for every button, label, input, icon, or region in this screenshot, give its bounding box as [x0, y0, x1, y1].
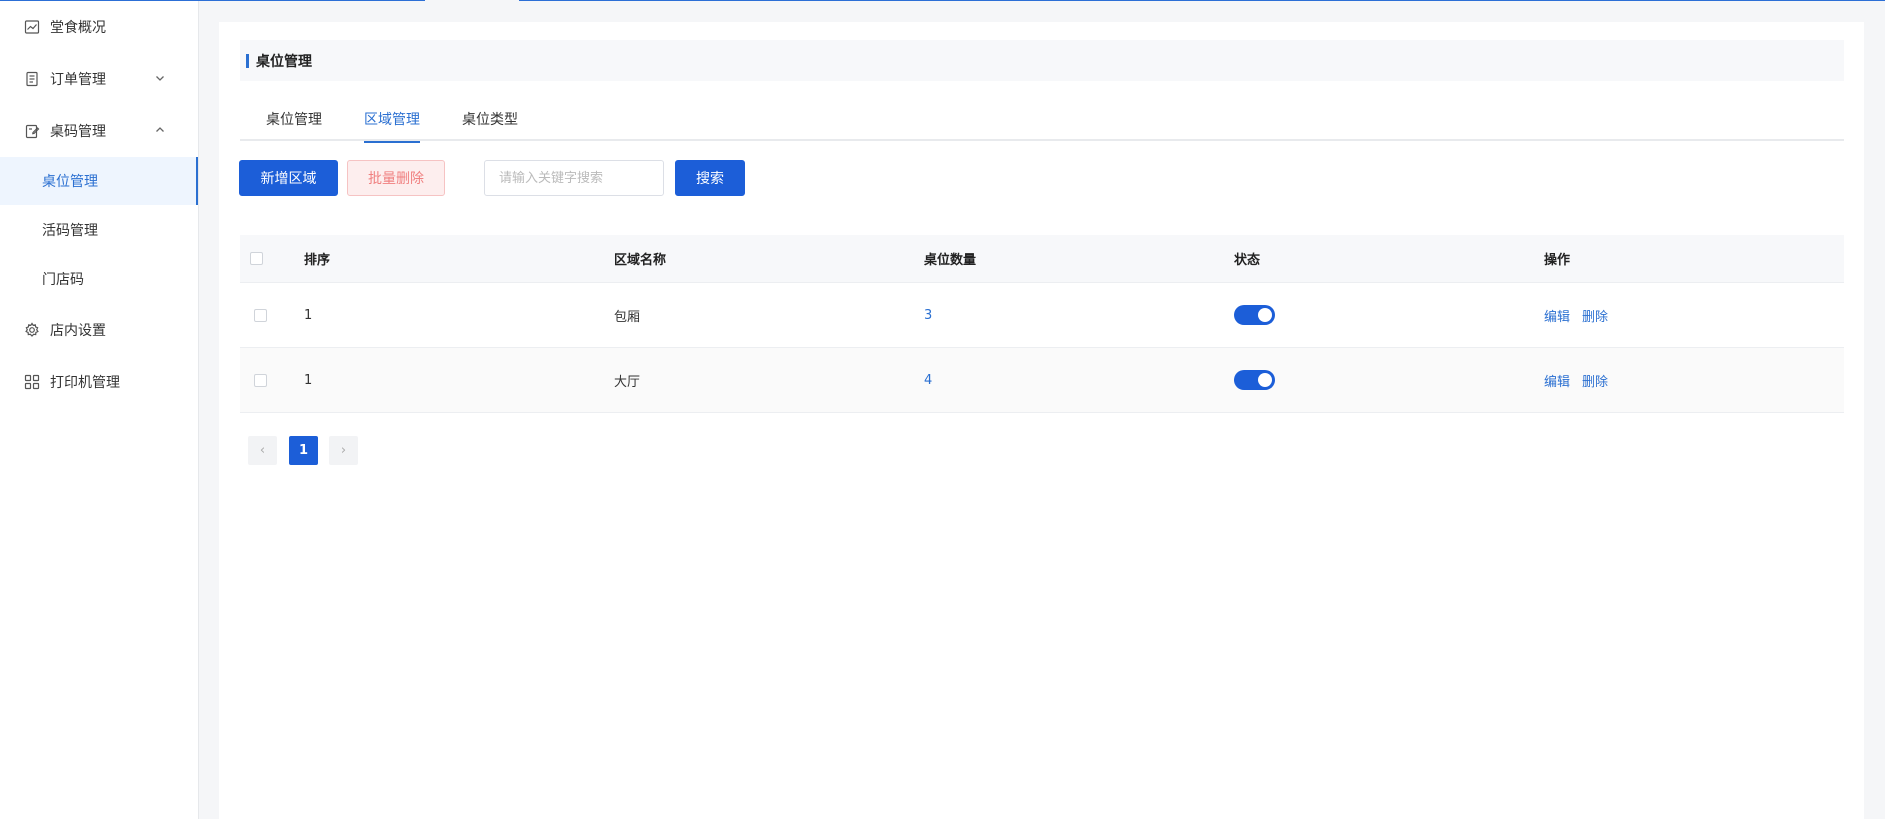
sidebar-item-printers[interactable]: 打印机管理 — [0, 358, 198, 406]
page-title: 桌位管理 — [256, 53, 312, 70]
tab-table-management[interactable]: 桌位管理 — [266, 107, 322, 141]
cell-table-count-link[interactable]: 4 — [924, 348, 932, 412]
main-card: 桌位管理 桌位管理 区域管理 桌位类型 新增区域 批量删除 搜索 排序 区域名称… — [219, 22, 1864, 819]
page-header: 桌位管理 — [240, 40, 1844, 81]
cell-order: 1 — [304, 307, 313, 323]
document-icon — [23, 70, 41, 88]
gear-icon — [23, 321, 41, 339]
sidebar-item-store-settings[interactable]: 店内设置 — [0, 306, 198, 354]
add-area-button[interactable]: 新增区域 — [239, 160, 338, 196]
tab-bar: 桌位管理 区域管理 桌位类型 — [240, 107, 1844, 143]
chevron-down-icon[interactable] — [154, 72, 166, 84]
pagination-page-1[interactable]: 1 — [289, 436, 318, 465]
cell-area-name: 包厢 — [614, 309, 641, 325]
cell-status — [1234, 348, 1275, 412]
pagination-next-button[interactable]: › — [329, 436, 358, 465]
status-toggle[interactable] — [1234, 370, 1275, 390]
row-select-cell — [254, 348, 267, 412]
cell-order: 1 — [304, 372, 313, 388]
top-accent-line — [0, 0, 1885, 1]
header-cell-actions: 操作 — [1544, 253, 1571, 268]
edit-link[interactable]: 编辑 — [1544, 306, 1570, 325]
sidebar-item-label: 店内设置 — [50, 323, 106, 339]
sidebar-item-orders[interactable]: 订单管理 — [0, 55, 198, 103]
chevron-right-icon: › — [340, 443, 347, 458]
clipboard-edit-icon — [23, 122, 41, 140]
row-checkbox[interactable] — [254, 308, 267, 322]
search-input[interactable] — [484, 160, 664, 196]
sidebar-item-label: 打印机管理 — [50, 375, 120, 391]
title-accent-bar — [246, 53, 249, 68]
batch-delete-button[interactable]: 批量删除 — [347, 160, 445, 196]
table-row: 1 包厢 3 编辑 删除 — [240, 283, 1844, 348]
table-row: 1 大厅 4 编辑 删除 — [240, 348, 1844, 413]
header-cell-area-name: 区域名称 — [614, 253, 667, 268]
sidebar-subitem-label: 活码管理 — [42, 223, 98, 239]
sidebar-item-label: 堂食概况 — [50, 20, 106, 36]
chevron-up-icon[interactable] — [154, 124, 166, 136]
status-toggle[interactable] — [1234, 305, 1275, 325]
row-checkbox[interactable] — [254, 373, 267, 387]
cell-table-count-link[interactable]: 3 — [924, 283, 932, 347]
row-select-cell — [254, 283, 267, 347]
sidebar-subitem-live-codes[interactable]: 活码管理 — [0, 206, 198, 254]
pagination-prev-button[interactable]: ‹ — [248, 436, 277, 465]
sidebar-item-dine-overview[interactable]: 堂食概况 — [0, 3, 198, 51]
sidebar: 堂食概况 订单管理 桌码管理 桌位管理 活码管理 门店码 店内设置 打印机管理 — [0, 0, 199, 819]
sidebar-subitem-label: 桌位管理 — [42, 174, 98, 190]
cell-status — [1234, 283, 1275, 347]
cell-area-name: 大厅 — [614, 374, 641, 390]
cell-actions: 编辑 删除 — [1544, 283, 1608, 347]
header-cell-status: 状态 — [1234, 253, 1261, 268]
search-button[interactable]: 搜索 — [675, 160, 745, 196]
sidebar-subitem-label: 门店码 — [42, 272, 84, 288]
header-cell-table-count: 桌位数量 — [924, 253, 977, 268]
tab-area-management[interactable]: 区域管理 — [364, 107, 420, 143]
top-accent-gap — [425, 0, 519, 1]
table-header: 排序 区域名称 桌位数量 状态 操作 — [240, 235, 1844, 283]
delete-link[interactable]: 删除 — [1582, 371, 1608, 390]
chevron-left-icon: ‹ — [259, 443, 266, 458]
header-cell-order: 排序 — [304, 253, 331, 268]
area-table: 排序 区域名称 桌位数量 状态 操作 1 包厢 3 编辑 删除 1 大厅 4 编… — [240, 235, 1844, 413]
sidebar-subitem-table-management[interactable]: 桌位管理 — [0, 157, 198, 205]
edit-link[interactable]: 编辑 — [1544, 371, 1570, 390]
grid-apps-icon — [23, 373, 41, 391]
select-all-checkbox[interactable] — [250, 252, 263, 265]
sidebar-item-label: 订单管理 — [50, 72, 106, 88]
header-cell-select — [250, 235, 263, 282]
sidebar-item-table-codes[interactable]: 桌码管理 — [0, 107, 198, 155]
chart-line-icon — [23, 18, 41, 36]
delete-link[interactable]: 删除 — [1582, 306, 1608, 325]
sidebar-item-label: 桌码管理 — [50, 124, 106, 140]
tab-table-types[interactable]: 桌位类型 — [462, 107, 518, 141]
sidebar-subitem-store-code[interactable]: 门店码 — [0, 255, 198, 303]
cell-actions: 编辑 删除 — [1544, 348, 1608, 412]
